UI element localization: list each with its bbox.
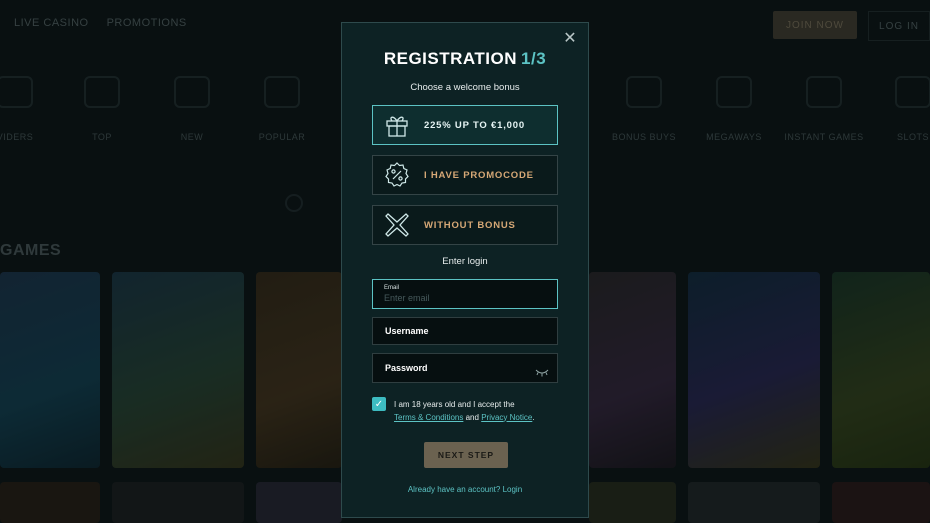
- registration-modal: ✕ REGISTRATION 1/3 Choose a welcome bonus…: [341, 22, 589, 518]
- email-input[interactable]: [384, 293, 544, 303]
- close-icon[interactable]: ✕: [562, 31, 578, 47]
- terms-text: I am 18 years old and I accept the Terms…: [394, 400, 535, 422]
- bonus-option-label: I HAVE PROMOCODE: [424, 169, 534, 181]
- x-cross-icon: [383, 211, 411, 239]
- privacy-link[interactable]: Privacy Notice: [481, 413, 532, 422]
- terms-checkbox[interactable]: ✓: [372, 397, 386, 411]
- percent-badge-icon: [383, 161, 411, 189]
- password-field[interactable]: Password: [372, 353, 558, 383]
- bonus-option-without[interactable]: WITHOUT BONUS: [372, 205, 558, 245]
- bonus-option-promocode[interactable]: I HAVE PROMOCODE: [372, 155, 558, 195]
- step-indicator: 1/3: [521, 49, 547, 68]
- password-placeholder: Password: [385, 363, 428, 373]
- terms-link[interactable]: Terms & Conditions: [394, 413, 463, 422]
- email-label: Email: [384, 285, 400, 291]
- modal-title: REGISTRATION 1/3: [383, 49, 547, 68]
- eye-closed-icon[interactable]: [535, 364, 549, 377]
- gift-icon: [383, 111, 411, 139]
- username-field[interactable]: Username: [372, 317, 558, 345]
- email-field[interactable]: Email: [372, 279, 558, 309]
- login-link[interactable]: Already have an account? Login: [342, 485, 588, 494]
- next-step-button[interactable]: NEXT STEP: [424, 442, 508, 468]
- bonus-subtitle: Choose a welcome bonus: [410, 82, 520, 93]
- enter-login-heading: Enter login: [442, 256, 488, 267]
- bonus-option-label: 225% UP TO €1,000: [424, 119, 525, 131]
- bonus-option-label: WITHOUT BONUS: [424, 219, 516, 231]
- username-placeholder: Username: [385, 326, 429, 336]
- bonus-option-welcome[interactable]: 225% UP TO €1,000: [372, 105, 558, 145]
